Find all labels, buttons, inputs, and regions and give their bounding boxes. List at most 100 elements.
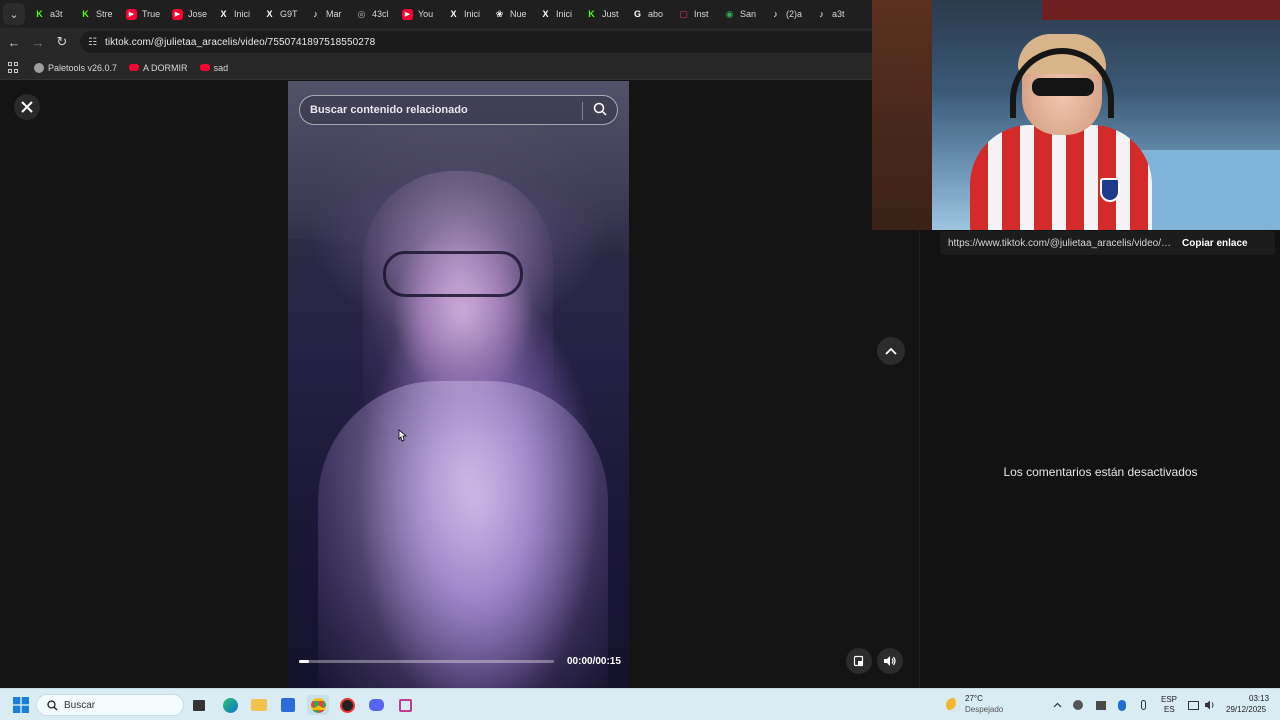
- share-link-url[interactable]: https://www.tiktok.com/@julietaa_araceli…: [940, 238, 1172, 249]
- youtube-icon: ▶: [126, 8, 137, 20]
- tiktok-icon: ♪: [313, 9, 318, 19]
- youtube-icon: [199, 64, 210, 71]
- tab-label: You: [418, 9, 434, 19]
- chrome-button[interactable]: [307, 695, 329, 715]
- copy-link-button[interactable]: Copiar enlace: [1182, 238, 1248, 249]
- tab-label: Nue: [510, 9, 527, 19]
- search-icon: [47, 699, 58, 710]
- sunglasses: [1032, 78, 1094, 96]
- browser-tab[interactable]: ♪ (2)a: [761, 0, 807, 28]
- volume-button[interactable]: [877, 648, 903, 674]
- related-search-box[interactable]: [299, 95, 618, 125]
- browser-tab[interactable]: ▶ Jose: [163, 0, 209, 28]
- tray-nvidia-icon[interactable]: [1095, 695, 1107, 715]
- address-url: tiktok.com/@julietaa_aracelis/video/7550…: [104, 36, 376, 48]
- toolbar: ← → ↻ ☷ tiktok.com/@julietaa_aracelis/vi…: [0, 28, 880, 56]
- tab-label: Inici: [464, 9, 481, 19]
- browser-tab[interactable]: ▶ True: [117, 0, 163, 28]
- browser-tab[interactable]: ▢ Inst: [669, 0, 715, 28]
- tab-label: Mar: [326, 9, 342, 19]
- back-button[interactable]: ←: [2, 35, 26, 50]
- file-explorer-button[interactable]: [250, 695, 268, 715]
- browser-tab[interactable]: ♪ Mar: [301, 0, 347, 28]
- microphone-icon[interactable]: [1137, 695, 1149, 715]
- windows-icon: [13, 697, 29, 713]
- taskbar-search-label: Buscar: [64, 699, 96, 711]
- k-green-icon: K: [588, 9, 595, 19]
- app-button[interactable]: [338, 695, 356, 715]
- browser-tab[interactable]: ◎ 43cl: [347, 0, 393, 28]
- previous-video-button[interactable]: [877, 337, 905, 365]
- tiktok-icon: ♪: [819, 9, 824, 19]
- hidden-icons-button[interactable]: [1051, 695, 1063, 715]
- reload-button[interactable]: ↻: [50, 34, 74, 50]
- tab-label: Inici: [556, 9, 573, 19]
- discord-button[interactable]: [367, 695, 385, 715]
- video-progress-bar[interactable]: [299, 660, 554, 663]
- close-button[interactable]: [14, 94, 40, 120]
- browser-tab[interactable]: ♪ a3t: [807, 0, 853, 28]
- globe-icon: [34, 62, 44, 73]
- browser-tab[interactable]: X Inici: [531, 0, 577, 28]
- bookmark-sad[interactable]: sad: [199, 62, 229, 73]
- browser-tab[interactable]: K Stre: [71, 0, 117, 28]
- store-button[interactable]: [279, 695, 297, 715]
- x-icon: X: [220, 9, 227, 19]
- edge-button[interactable]: [221, 695, 239, 715]
- video-player[interactable]: 00:00/00:15: [288, 81, 629, 688]
- mini-player-button[interactable]: [846, 648, 872, 674]
- bookmark-a-dormir[interactable]: A DORMIR: [129, 63, 188, 73]
- tab-label: abo: [648, 9, 664, 19]
- snipping-tool-button[interactable]: [396, 695, 414, 715]
- browser-tab[interactable]: X Inici: [439, 0, 485, 28]
- weather-desc: Despejado: [965, 705, 1004, 714]
- bookmark-label: sad: [213, 62, 229, 73]
- tab-label: a3t: [50, 9, 63, 19]
- tab-label: San: [740, 9, 757, 19]
- browser-tab[interactable]: Ka3t: [25, 0, 71, 28]
- apps-grid-icon[interactable]: [8, 61, 20, 74]
- bookmarks-bar: Paletools v26.0.7 A DORMIR sad: [0, 56, 872, 80]
- discord-icon: [368, 699, 384, 711]
- maps-icon: ◉: [725, 8, 734, 19]
- browser-tab[interactable]: ◉ San: [715, 0, 761, 28]
- taskbar-search[interactable]: Buscar: [36, 694, 184, 716]
- lang-top: ESP: [1161, 695, 1178, 704]
- x-icon: X: [266, 9, 273, 19]
- moon-icon: [946, 698, 960, 712]
- browser-tab[interactable]: ❀ Nue: [485, 0, 531, 28]
- related-search-input[interactable]: [310, 104, 575, 116]
- tab-label: (2)a: [786, 9, 803, 19]
- share-link-row: https://www.tiktok.com/@julietaa_araceli…: [940, 231, 1275, 255]
- chevron-up-icon: [885, 347, 897, 355]
- tiktok-icon: ♪: [773, 9, 778, 19]
- site-info-icon[interactable]: ☷: [88, 37, 97, 48]
- speaker-icon[interactable]: [1203, 695, 1217, 715]
- display-icon[interactable]: [1186, 695, 1200, 715]
- close-icon: [21, 101, 33, 113]
- lang-bottom: ES: [1164, 705, 1175, 714]
- browser-tab[interactable]: X G9T: [255, 0, 301, 28]
- bookmark-label: Paletools v26.0.7: [48, 62, 118, 73]
- youtube-icon: ▶: [172, 8, 183, 20]
- weather-widget[interactable]: [944, 695, 962, 715]
- clock-date[interactable]: 29/12/2025: [1226, 705, 1266, 715]
- task-view-button[interactable]: [192, 695, 206, 715]
- tab-search-button[interactable]: ⌄: [3, 3, 25, 25]
- k-green-icon: K: [82, 9, 89, 19]
- address-bar[interactable]: ☷ tiktok.com/@julietaa_aracelis/video/75…: [80, 31, 880, 53]
- browser-tab[interactable]: ▶ You: [393, 0, 439, 28]
- browser-tab[interactable]: Gabo: [623, 0, 669, 28]
- forward-button[interactable]: →: [26, 35, 50, 50]
- bookmark-paletools[interactable]: Paletools v26.0.7: [34, 62, 118, 73]
- tray-app-icon[interactable]: [1072, 695, 1084, 715]
- search-icon[interactable]: [593, 102, 607, 116]
- video-time: 00:00/00:15: [567, 656, 621, 667]
- start-button[interactable]: [12, 695, 30, 715]
- browser-tab[interactable]: X Inici: [209, 0, 255, 28]
- tab-label: True: [142, 9, 161, 19]
- bluetooth-icon[interactable]: [1116, 695, 1128, 715]
- chrome-icon: [310, 697, 326, 713]
- clock-time[interactable]: 03:13: [1249, 694, 1269, 704]
- browser-tab[interactable]: K Just: [577, 0, 623, 28]
